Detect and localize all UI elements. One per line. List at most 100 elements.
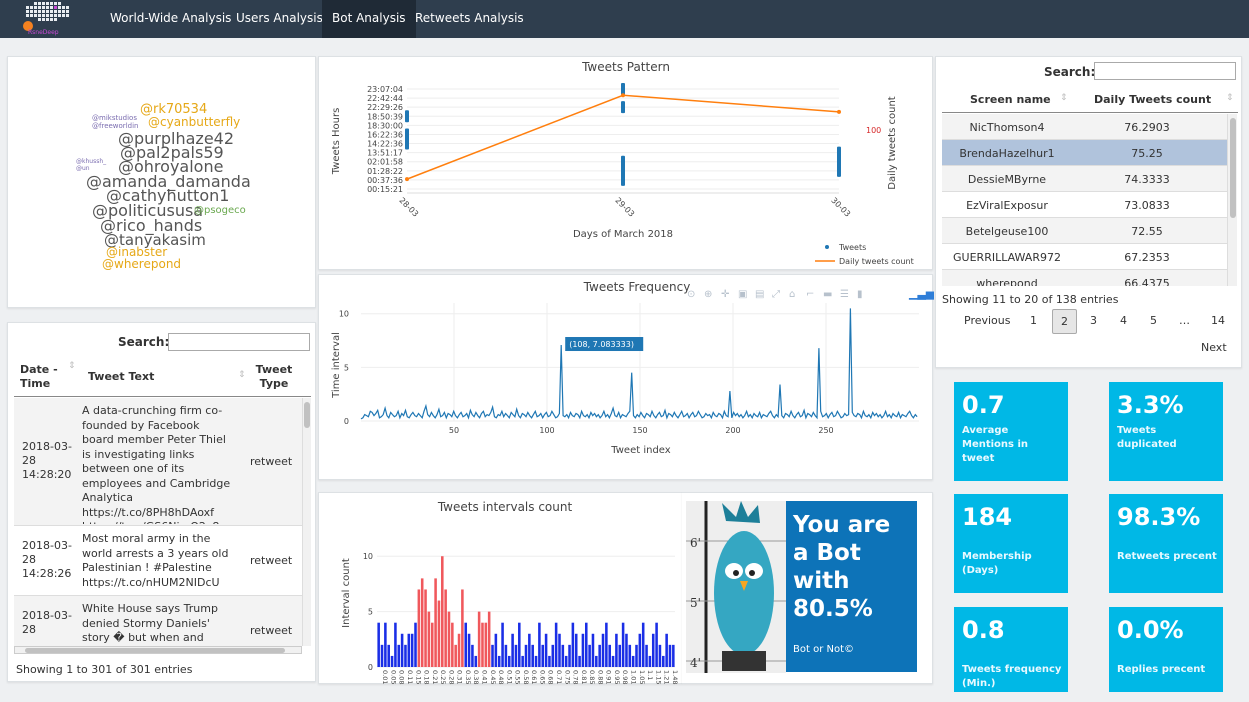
x-tick-label: 100: [539, 426, 554, 435]
interval-bar: [628, 644, 632, 667]
tweet-point: [621, 83, 625, 95]
interval-bar: [484, 622, 488, 667]
table-row[interactable]: DessieMByrne 74.3333: [942, 166, 1227, 192]
screen-table-scrollbar[interactable]: [1227, 114, 1237, 286]
col-date-time[interactable]: Date - Time: [20, 363, 66, 391]
sort-icon: ⇕: [238, 370, 246, 380]
interval-bar: [467, 633, 471, 667]
x-tick-label: 1.016: [629, 670, 637, 685]
interval-bar: [625, 633, 628, 667]
cell-date-time: 2018-03-28: [22, 609, 72, 636]
tweets-frequency-chart-panel: Tweets Frequency ⊙ ⊕ ✛ ▣ ▤ ⤢ ⌂ ⌐ ▬ ☰ ▮ ▁▃▅ 50 100 150 20…: [318, 274, 935, 481]
nav-retweets-analysis[interactable]: Retweets Analysis: [405, 0, 534, 38]
interval-bar: [534, 655, 538, 667]
stat-value: 3.3%: [1117, 391, 1184, 419]
y-axis-label: Time interval: [331, 332, 342, 399]
table-row[interactable]: BrendaHazelhur1 75.25: [942, 140, 1227, 166]
x-tick-label: 0.016: [381, 670, 389, 685]
col-tweet-text[interactable]: Tweet Text: [88, 370, 154, 383]
sort-icon: ⇕: [1060, 93, 1068, 103]
x-tick-label: 0.35: [464, 670, 472, 684]
cell-tweet-type: retweet: [250, 554, 293, 567]
tweets-frequency-chart[interactable]: Tweets Frequency⊙ ⊕ ✛ ▣ ▤ ⤢ ⌂ ⌐ ▬ ☰ ▮ ▁▃▅50 100 150 20…: [319, 275, 935, 481]
modebar-icon: ▣: [738, 289, 747, 300]
intervals-count-chart[interactable]: Tweets intervals count 0 5 10 Interval count…: [319, 493, 683, 689]
modebar-icon: ▤: [755, 289, 764, 300]
wordcloud-term[interactable]: @cyanbutterfly: [148, 116, 240, 128]
pagination-page-0[interactable]: 1: [1030, 314, 1037, 327]
col-tweet-type[interactable]: Tweet Type: [254, 363, 294, 391]
table-row[interactable]: 2018-03-28 White House says Trump denied …: [14, 596, 302, 646]
table-row[interactable]: EzViralExposur 73.0833: [942, 192, 1227, 218]
screen-table-body[interactable]: NicThomson4 76.2903 BrendaHazelhur1 75.25 De…: [942, 114, 1227, 286]
cell-tweet-type: retweet: [250, 455, 293, 468]
interval-bar: [524, 644, 528, 667]
table-row[interactable]: wherepond 66.4375: [942, 270, 1227, 286]
screen-search-label: Search:: [1044, 65, 1096, 79]
tweet-point: [405, 110, 409, 123]
cell-screen-name: GUERRILLAWAR972: [953, 251, 1061, 264]
modebar-icon: ✛: [721, 289, 730, 300]
wordcloud-term[interactable]: @mikstudios: [92, 115, 137, 122]
table-row[interactable]: 2018-03-28 14:28:26 Most moral army in th…: [14, 526, 302, 596]
interval-bar: [595, 655, 598, 667]
tweets-search-input[interactable]: [168, 333, 310, 351]
interval-bar: [611, 655, 615, 667]
daily-count-point: [621, 93, 625, 98]
x-tick-label: 1.216: [663, 670, 671, 685]
interval-bar: [471, 644, 474, 667]
tweets-pattern-chart[interactable]: Tweets Pattern23:07:0422:42:4422:29:2618…: [319, 57, 934, 271]
interval-bar: [430, 622, 434, 667]
wordcloud-term[interactable]: @wherepond: [102, 258, 181, 270]
col-daily-tweets-count[interactable]: Daily Tweets count: [1094, 93, 1211, 106]
x-tick-label: 0.216: [431, 670, 439, 685]
x-tick-label: 0.783: [572, 670, 580, 685]
cell-daily-tweets-count: 73.0833: [1124, 199, 1170, 212]
interval-bar: [568, 644, 571, 667]
table-row[interactable]: 2018-03-28 14:28:20 A data-crunching firm…: [14, 398, 302, 526]
pagination-page-1[interactable]: 2: [1052, 309, 1077, 334]
x-tick-label: 0.483: [497, 670, 505, 685]
interval-bar: [631, 655, 635, 667]
pagination-next[interactable]: Next: [1201, 341, 1227, 354]
cell-screen-name: DessieMByrne: [967, 173, 1047, 186]
pagination-page-2[interactable]: 3: [1090, 314, 1097, 327]
table-row[interactable]: Betelgeuse100 72.55: [942, 218, 1227, 244]
interval-bar: [554, 622, 558, 667]
y-tick-label: 0: [344, 417, 349, 426]
bot-score-box: You are a Bot with 80.5% Bot or Not©: [786, 501, 917, 672]
x-tick-label: 29-03: [613, 196, 636, 219]
tweets-horizontal-scrollbar[interactable]: [14, 646, 302, 654]
interval-bar: [424, 589, 427, 667]
table-row[interactable]: NicThomson4 76.2903: [942, 114, 1227, 140]
pagination-page-6[interactable]: 14: [1211, 314, 1225, 327]
stat-value: 0.7: [962, 391, 1005, 419]
interval-bar: [558, 633, 561, 667]
wordcloud-term[interactable]: @psogeco: [194, 206, 246, 216]
nav-users-analysis[interactable]: Users Analysis: [226, 0, 333, 38]
tweets-table-body[interactable]: 2018-03-28 14:28:20 A data-crunching firm…: [14, 398, 302, 646]
y-tick-label: 18:50:39: [367, 112, 403, 121]
interval-bar: [601, 633, 605, 667]
interval-bar: [641, 622, 645, 667]
col-screen-name[interactable]: Screen name: [970, 93, 1051, 106]
screen-search-input[interactable]: [1094, 62, 1236, 80]
y-tick-label: 5: [368, 608, 373, 617]
table-row[interactable]: GUERRILLAWAR972 67.2353: [942, 244, 1227, 270]
interval-bar: [598, 644, 601, 667]
x-tick-label: 0.75: [563, 670, 571, 684]
stat-label: Retweets precent: [1117, 551, 1217, 562]
pagination-page-3[interactable]: 4: [1120, 314, 1127, 327]
pagination-previous[interactable]: Previous: [964, 314, 1011, 327]
screen-table-header: Screen name ⇕ Daily Tweets count ⇕: [942, 85, 1238, 113]
interval-bar: [548, 655, 551, 667]
nav-bot-analysis[interactable]: Bot Analysis: [322, 0, 416, 38]
tweets-vertical-scrollbar[interactable]: [302, 398, 311, 646]
y-axis-label: Interval count: [341, 558, 352, 628]
tweet-point: [621, 173, 625, 186]
pagination-page-4[interactable]: 5: [1150, 314, 1157, 327]
tweets-table-panel: Search: Date - Time ⇕ Tweet Text ⇕ Tweet…: [7, 322, 316, 682]
nav-world-wide-analysis[interactable]: World-Wide Analysis: [100, 0, 241, 38]
app-logo[interactable]: RsneDeep: [18, 0, 74, 36]
x-tick-label: 1.05: [638, 670, 646, 684]
